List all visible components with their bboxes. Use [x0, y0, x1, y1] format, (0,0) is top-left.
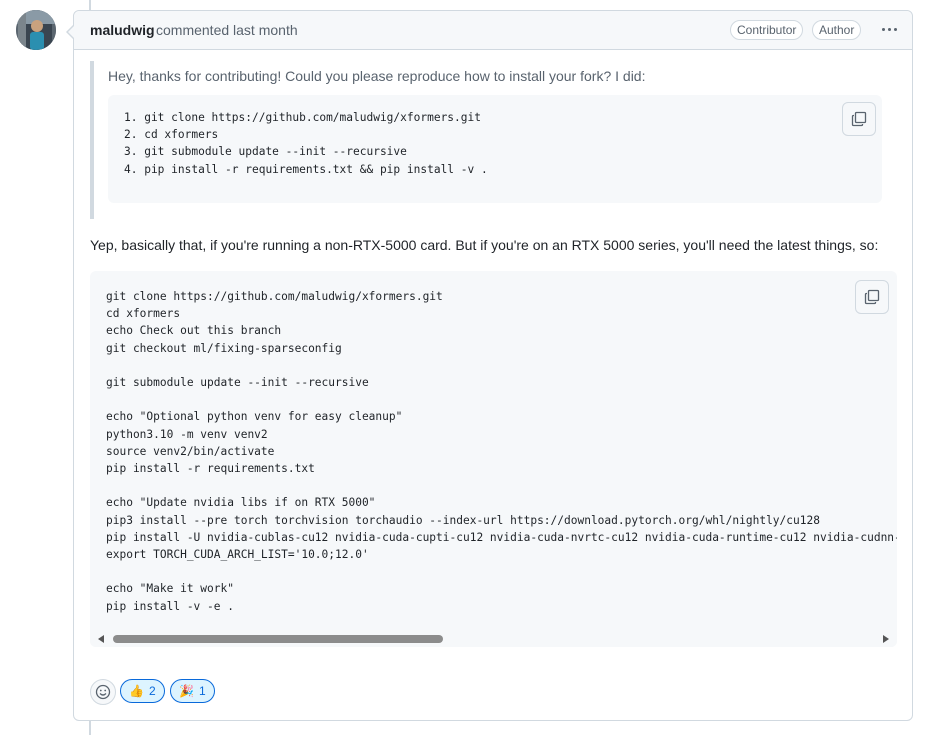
add-reaction-button[interactable] [90, 679, 116, 705]
copy-icon [851, 111, 867, 127]
reaction-thumbs-up[interactable]: 👍 2 [120, 679, 165, 703]
contributor-badge: Contributor [730, 20, 804, 40]
copy-icon [864, 289, 880, 305]
reaction-tada[interactable]: 🎉 1 [170, 679, 215, 703]
copy-button[interactable] [855, 280, 889, 314]
comment-paragraph: Yep, basically that, if you're running a… [90, 237, 879, 253]
scroll-right-arrow-icon[interactable] [883, 635, 889, 643]
avatar[interactable] [16, 10, 56, 50]
thumbs-up-icon: 👍 [129, 684, 144, 698]
smiley-icon [95, 684, 111, 700]
quote-code-block: 1. git clone https://github.com/maludwig… [108, 95, 882, 203]
copy-button[interactable] [842, 102, 876, 136]
horizontal-scrollbar[interactable] [90, 632, 897, 647]
author-link[interactable]: maludwig [90, 22, 155, 38]
comment-timestamp[interactable]: commented last month [156, 22, 298, 38]
comment-card: maludwig commented last month Contributo… [66, 10, 913, 721]
quote-code: 1. git clone https://github.com/maludwig… [124, 111, 488, 176]
scroll-left-arrow-icon[interactable] [98, 635, 104, 643]
author-badge: Author [812, 20, 862, 40]
code-block: git clone https://github.com/maludwig/xf… [90, 271, 897, 647]
avatar-image [16, 10, 56, 50]
comment-header: maludwig commented last month Contributo… [74, 11, 912, 50]
reaction-count: 2 [148, 684, 156, 698]
quote-text: Hey, thanks for contributing! Could you … [108, 68, 646, 84]
scrollbar-thumb[interactable] [113, 635, 443, 643]
tada-icon: 🎉 [179, 684, 194, 698]
reaction-count: 1 [198, 684, 206, 698]
blockquote: Hey, thanks for contributing! Could you … [90, 61, 886, 219]
install-code: git clone https://github.com/maludwig/xf… [106, 290, 897, 613]
kebab-horizontal-icon[interactable] [878, 19, 900, 39]
